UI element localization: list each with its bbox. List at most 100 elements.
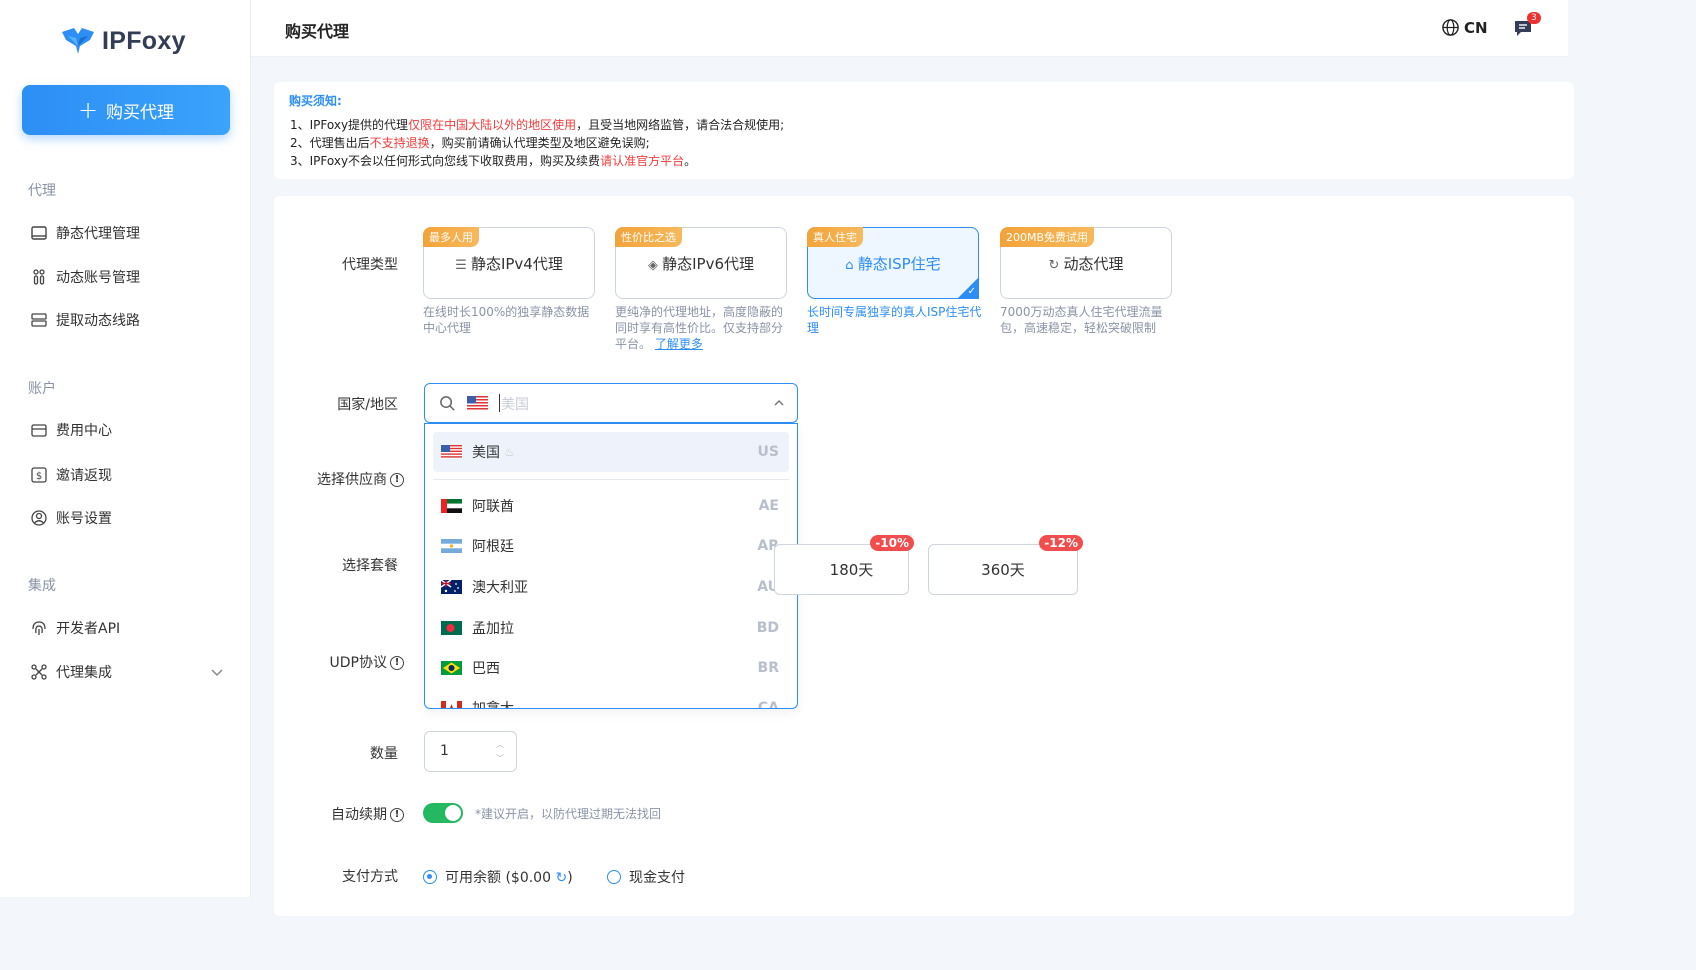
notice-line-1: 1、IPFoxy提供的代理仅限在中国大陆以外的地区使用，且受当地网络监管，请合法… <box>290 116 784 133</box>
chevron-up-icon <box>774 399 784 406</box>
globe-icon <box>1442 19 1459 36</box>
proxy-type-desc: 7000万动态真人住宅代理流量包，高速稳定，轻松突破限制 <box>1000 305 1163 335</box>
auto-renew-label: 自动续期! <box>294 804 404 824</box>
sidebar-item-dynamic-account[interactable]: 动态账号管理 <box>30 267 140 287</box>
proxy-type-static-ipv4[interactable]: 最多人用 ☰ 静态IPv4代理 <box>423 227 595 299</box>
message-count-badge: 3 <box>1527 12 1541 24</box>
decrement-icon[interactable]: ﹀ <box>496 752 504 766</box>
radio-selected[interactable] <box>423 870 437 884</box>
language-switcher[interactable]: CN <box>1441 18 1488 37</box>
refresh-icon: ↻ <box>1048 258 1064 273</box>
country-name: 阿根廷 <box>472 539 514 555</box>
proxy-type-tag: 200MB免费试用 <box>1000 227 1095 247</box>
sidebar-item-billing[interactable]: 费用中心 <box>30 420 112 440</box>
country-option-ar[interactable]: 阿根廷 AR <box>433 526 789 566</box>
info-icon[interactable]: ! <box>390 656 404 670</box>
notice-line-2: 2、代理售出后不支持退换，购买前请确认代理类型及地区避免误购; <box>290 134 650 151</box>
info-icon[interactable]: ! <box>390 473 404 487</box>
plus-icon: + <box>77 96 99 124</box>
section-title-proxy: 代理 <box>28 183 56 199</box>
proxy-type-static-isp[interactable]: 真人住宅 ⌂ 静态ISP住宅 ✓ <box>807 227 979 299</box>
chevron-down-icon[interactable] <box>208 663 226 681</box>
country-code: US <box>757 444 779 460</box>
messages-button[interactable]: 3 <box>1513 12 1541 42</box>
country-label: 国家/地区 <box>337 397 398 413</box>
notice-text: ，购买前请确认代理类型及地区避免误购; <box>429 136 650 150</box>
sidebar-item-developer-api[interactable]: 开发者API <box>30 618 120 638</box>
payment-cash-text: 现金支付 <box>629 870 685 886</box>
network-icon <box>31 664 47 680</box>
monitor-icon <box>31 226 47 240</box>
proxy-type-tag: 性价比之选 <box>615 227 682 247</box>
people-icon <box>33 269 45 285</box>
auto-renew-toggle[interactable] <box>423 803 463 823</box>
user-circle-icon <box>31 510 47 526</box>
australia-flag-icon <box>441 580 462 594</box>
notice-text: 2、代理售出后 <box>290 136 370 150</box>
country-name: 阿联酋 <box>472 499 514 515</box>
plan-option-180[interactable]: 180天 -10% <box>774 535 914 595</box>
text-cursor <box>499 394 500 412</box>
country-option-ae[interactable]: 阿联酋 AE <box>433 486 789 526</box>
udp-label: UDP协议! <box>294 652 404 672</box>
proxy-type-dynamic[interactable]: 200MB免费试用 ↻ 动态代理 <box>1000 227 1172 299</box>
notice-text: 3、IPFoxy不会以任何形式向您线下收取费用，购买及续费 <box>290 154 601 168</box>
proxy-type-desc: 长时间专属独享的真人ISP住宅代理 <box>807 305 982 335</box>
country-option-br[interactable]: 巴西 BR <box>433 648 789 688</box>
buy-proxy-button[interactable]: + 购买代理 <box>22 85 230 135</box>
increment-icon[interactable]: ︿ <box>496 738 504 752</box>
refresh-icon[interactable]: ↻ <box>555 870 567 886</box>
canada-flag-icon <box>441 701 462 708</box>
proxy-type-static-ipv6[interactable]: 性价比之选 ◈ 静态IPv6代理 <box>615 227 787 299</box>
top-header: 购买代理 CN 3 <box>251 0 1568 57</box>
sidebar-item-label: 静态代理管理 <box>56 226 140 242</box>
country-select[interactable]: 美国 <box>424 383 798 423</box>
quantity-stepper[interactable]: 1 ︿ ﹀ <box>424 731 517 772</box>
country-search-input[interactable]: 美国 <box>501 394 529 414</box>
country-option-bd[interactable]: 孟加拉 BD <box>433 608 789 648</box>
balance-close-paren: ) <box>567 870 573 886</box>
payment-balance-text: 可用余额 ($0.00 ↻) <box>445 867 573 887</box>
buy-proxy-label: 购买代理 <box>106 102 175 123</box>
notice-text: 1、IPFoxy提供的代理 <box>290 118 409 132</box>
payment-cash-option[interactable]: 现金支付 <box>607 867 685 887</box>
sidebar-item-account-settings[interactable]: 账号设置 <box>30 508 112 528</box>
sidebar-item-static-proxy[interactable]: 静态代理管理 <box>30 223 140 243</box>
country-name: 巴西 <box>472 661 500 677</box>
notice-title: 购买须知: <box>289 94 342 108</box>
brazil-flag-icon <box>441 661 462 675</box>
udp-label-text: UDP协议 <box>329 655 387 671</box>
payment-balance-option[interactable]: 可用余额 ($0.00 ↻) <box>423 867 573 887</box>
country-option-ca[interactable]: 加拿大 CA <box>433 688 789 708</box>
radio-unselected[interactable] <box>607 870 621 884</box>
country-option-us[interactable]: 美国 ♨ US <box>433 432 789 472</box>
section-title-integration: 集成 <box>28 578 56 594</box>
sidebar-item-label: 邀请返现 <box>56 468 112 484</box>
sidebar-item-label: 动态账号管理 <box>56 270 140 286</box>
country-code: BR <box>757 660 779 676</box>
wallet-icon <box>31 424 47 437</box>
proxy-type-name: ◈ 静态IPv6代理 <box>616 253 786 274</box>
country-name: 美国 <box>472 445 500 461</box>
layers-icon: ◈ <box>647 258 663 273</box>
info-icon[interactable]: ! <box>390 808 404 822</box>
plan-option-360[interactable]: 360天 -12% <box>928 535 1083 595</box>
sidebar-item-proxy-integration[interactable]: 代理集成 <box>30 662 223 682</box>
us-flag-icon <box>467 396 488 411</box>
check-icon: ✓ <box>967 286 976 297</box>
notice-highlight: 仅限在中国大陆以外的地区使用 <box>408 118 577 132</box>
logo[interactable]: IPFoxy <box>60 26 186 56</box>
stepper-arrows[interactable]: ︿ ﹀ <box>496 738 504 766</box>
proxy-type-name-text: 静态IPv4代理 <box>470 255 563 273</box>
quantity-value[interactable]: 1 <box>440 743 449 759</box>
section-title-account: 账户 <box>28 381 56 397</box>
learn-more-link[interactable]: 了解更多 <box>655 337 703 351</box>
country-name: 澳大利亚 <box>472 580 528 596</box>
notice-highlight: 不支持退换 <box>369 136 430 150</box>
uae-flag-icon <box>441 499 462 513</box>
sidebar-item-extract-lines[interactable]: 提取动态线路 <box>30 310 140 330</box>
country-option-au[interactable]: 澳大利亚 AU <box>433 567 789 607</box>
sidebar-item-invite[interactable]: $ 邀请返现 <box>30 465 112 485</box>
argentina-flag-icon <box>441 539 462 553</box>
fox-logo-icon <box>62 28 94 54</box>
